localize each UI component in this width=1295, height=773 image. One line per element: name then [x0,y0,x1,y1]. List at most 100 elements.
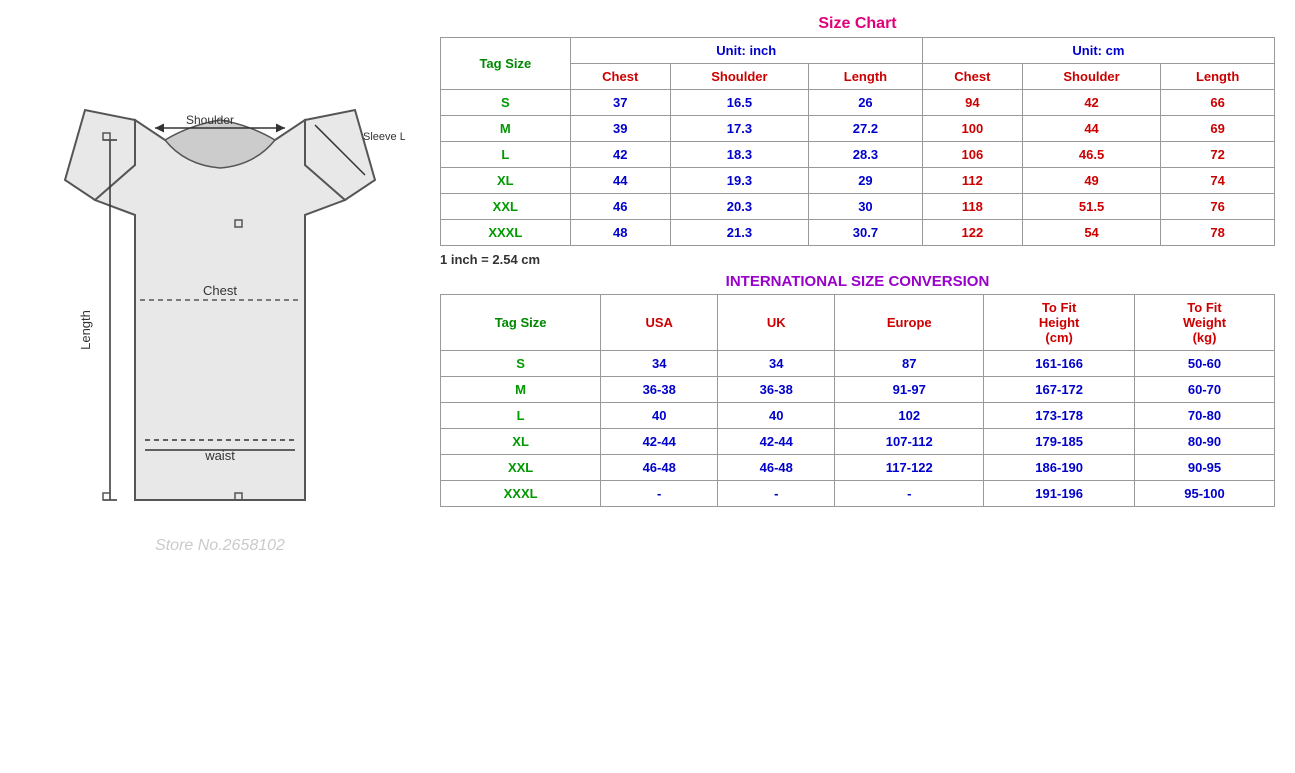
intl-height-header: To FitHeight(cm) [984,295,1135,351]
inch-shoulder-cell: 19.3 [670,168,808,194]
intl-tag-cell: XXL [441,455,601,481]
cm-shoulder-cell: 42 [1022,90,1160,116]
intl-usa-header: USA [601,295,718,351]
intl-tag-cell: XXXL [441,481,601,507]
store-watermark: Store No.2658102 [155,537,285,554]
intl-uk-cell: 40 [718,403,835,429]
intl-table-row: S 34 34 87 161-166 50-60 [441,351,1275,377]
intl-usa-cell: 40 [601,403,718,429]
inch-shoulder-cell: 18.3 [670,142,808,168]
inch-length-cell: 27.2 [809,116,923,142]
intl-table-row: XXXL - - - 191-196 95-100 [441,481,1275,507]
intl-usa-cell: 34 [601,351,718,377]
intl-weight-header: To FitWeight(kg) [1135,295,1275,351]
cm-chest-cell: 118 [922,194,1022,220]
cm-chest-cell: 100 [922,116,1022,142]
cm-shoulder-cell: 54 [1022,220,1160,246]
cm-length-cell: 78 [1161,220,1275,246]
intl-tag-cell: XL [441,429,601,455]
intl-tag-cell: L [441,403,601,429]
intl-title: INTERNATIONAL SIZE CONVERSION [440,273,1275,290]
table-row: XXL 46 20.3 30 118 51.5 76 [441,194,1275,220]
intl-uk-header: UK [718,295,835,351]
cm-length-cell: 76 [1161,194,1275,220]
size-chart-table: Tag Size Unit: inch Unit: cm Chest Shoul… [440,37,1275,246]
inch-chest-cell: 39 [570,116,670,142]
cm-length-cell: 72 [1161,142,1275,168]
intl-usa-cell: 46-48 [601,455,718,481]
diagram-panel: Shoulder Sleeve Length Chest Length wais… [10,10,430,590]
inch-length-cell: 30.7 [809,220,923,246]
tag-size-header: Tag Size [441,38,571,90]
size-chart-title: Size Chart [440,15,1275,33]
shoulder-label: Shoulder [186,113,234,127]
cm-chest-cell: 94 [922,90,1022,116]
cm-shoulder-cell: 44 [1022,116,1160,142]
intl-table-row: M 36-38 36-38 91-97 167-172 60-70 [441,377,1275,403]
intl-weight-cell: 60-70 [1135,377,1275,403]
intl-europe-header: Europe [835,295,984,351]
right-panel: Size Chart Tag Size Unit: inch Unit: cm … [430,10,1285,518]
intl-height-cell: 161-166 [984,351,1135,377]
cm-chest-cell: 112 [922,168,1022,194]
tag-size-cell: S [441,90,571,116]
intl-usa-cell: 42-44 [601,429,718,455]
inch-length-cell: 28.3 [809,142,923,168]
intl-europe-cell: - [835,481,984,507]
table-row: L 42 18.3 28.3 106 46.5 72 [441,142,1275,168]
intl-tag-cell: M [441,377,601,403]
tag-size-cell: XXXL [441,220,571,246]
intl-weight-cell: 80-90 [1135,429,1275,455]
cm-length-cell: 66 [1161,90,1275,116]
inch-shoulder-cell: 21.3 [670,220,808,246]
intl-table-row: L 40 40 102 173-178 70-80 [441,403,1275,429]
inch-length-cell: 26 [809,90,923,116]
inch-shoulder-header: Shoulder [670,64,808,90]
inch-chest-cell: 42 [570,142,670,168]
table-row: XXXL 48 21.3 30.7 122 54 78 [441,220,1275,246]
tag-size-cell: XXL [441,194,571,220]
inch-shoulder-cell: 16.5 [670,90,808,116]
cm-shoulder-cell: 51.5 [1022,194,1160,220]
intl-uk-cell: 46-48 [718,455,835,481]
intl-weight-cell: 90-95 [1135,455,1275,481]
tshirt-diagram: Shoulder Sleeve Length Chest Length wais… [35,20,405,580]
intl-table: Tag Size USA UK Europe To FitHeight(cm) … [440,294,1275,507]
intl-europe-cell: 107-112 [835,429,984,455]
inch-chest-cell: 37 [570,90,670,116]
intl-weight-cell: 50-60 [1135,351,1275,377]
intl-table-row: XXL 46-48 46-48 117-122 186-190 90-95 [441,455,1275,481]
table-row: XL 44 19.3 29 112 49 74 [441,168,1275,194]
cm-length-header: Length [1161,64,1275,90]
intl-height-cell: 191-196 [984,481,1135,507]
cm-shoulder-cell: 46.5 [1022,142,1160,168]
inch-chest-cell: 48 [570,220,670,246]
inch-shoulder-cell: 17.3 [670,116,808,142]
intl-height-cell: 167-172 [984,377,1135,403]
cm-chest-cell: 122 [922,220,1022,246]
intl-europe-cell: 102 [835,403,984,429]
table-row: M 39 17.3 27.2 100 44 69 [441,116,1275,142]
inch-chest-cell: 44 [570,168,670,194]
intl-height-cell: 173-178 [984,403,1135,429]
inch-shoulder-cell: 20.3 [670,194,808,220]
inch-chest-cell: 46 [570,194,670,220]
intl-height-cell: 186-190 [984,455,1135,481]
cm-length-cell: 69 [1161,116,1275,142]
inch-chest-header: Chest [570,64,670,90]
intl-uk-cell: - [718,481,835,507]
inch-length-header: Length [809,64,923,90]
unit-inch-header: Unit: inch [570,38,922,64]
sleeve-length-label: Sleeve Length [363,131,405,143]
cm-chest-cell: 106 [922,142,1022,168]
cm-chest-header: Chest [922,64,1022,90]
intl-table-row: XL 42-44 42-44 107-112 179-185 80-90 [441,429,1275,455]
intl-europe-cell: 117-122 [835,455,984,481]
intl-tag-cell: S [441,351,601,377]
intl-uk-cell: 42-44 [718,429,835,455]
intl-usa-cell: 36-38 [601,377,718,403]
intl-height-cell: 179-185 [984,429,1135,455]
cm-length-cell: 74 [1161,168,1275,194]
tag-size-cell: XL [441,168,571,194]
intl-usa-cell: - [601,481,718,507]
